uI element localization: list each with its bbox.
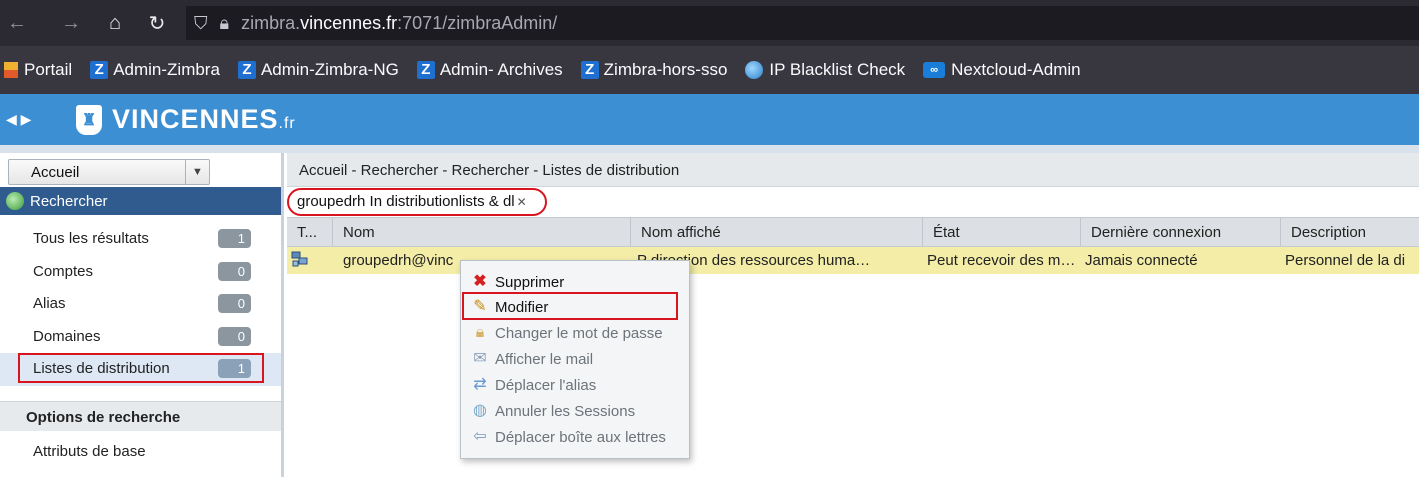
column-nom[interactable]: Nom [333,218,631,246]
bookmark-ip-blacklist[interactable]: IP Blacklist Check [745,60,905,80]
shield-icon[interactable]: ⛉ [194,13,208,34]
bookmark-admin-zimbra-ng[interactable]: Z Admin-Zimbra-NG [237,60,399,80]
address-bar[interactable]: ⛉ 🔒︎ zimbra. vincennes.fr:7071/zimbraAdmi… [186,6,1419,40]
url-domain: vincennes.fr [300,12,398,33]
mail-icon: ✉ [473,350,487,367]
menu-item-changer-mot-de-passe[interactable]: 🔒︎ Changer le mot de passe [461,320,689,346]
distribution-list-icon [291,251,308,267]
count-badge: 0 [218,294,251,313]
table-row[interactable]: groupedrh@vinc P direction des ressource… [287,247,1419,274]
lock-icon: 🔒︎ [475,324,485,341]
move-mailbox-icon: ⇦ [473,428,487,445]
delete-icon: ✖ [473,273,487,290]
search-tab-row: groupedrh In distributionlists & dl ✕ [287,187,1419,217]
column-etat[interactable]: État [923,218,1081,246]
menu-item-annuler-sessions[interactable]: ◍ Annuler les Sessions [461,398,689,424]
bookmark-portail[interactable]: Portail [4,60,72,80]
results-table-header: T... Nom Nom affiché État Dernière conne… [287,217,1419,247]
zimbra-icon: Z [237,61,256,79]
sessions-icon: ◍ [473,402,487,419]
nextcloud-icon: ∞ [923,62,946,78]
url-suffix: :7071/zimbraAdmin/ [397,12,558,33]
zimbra-icon: Z [416,61,435,79]
highlight-box-modifier [462,292,678,320]
column-type[interactable]: T... [287,218,333,246]
lock-icon[interactable]: 🔒︎ [220,13,230,34]
chevron-down-icon[interactable]: ▼ [185,160,209,184]
bookmark-nextcloud-admin[interactable]: ∞ Nextcloud-Admin [923,60,1081,80]
result-comptes[interactable]: Comptes 0 [0,256,281,289]
zimbra-icon: Z [580,61,599,79]
result-domaines[interactable]: Domaines 0 [0,321,281,354]
result-alias[interactable]: Alias 0 [0,288,281,321]
count-badge: 0 [218,261,251,281]
cell-description: Personnel de la di [1285,252,1406,269]
bookmarks-bar: Portail Z Admin-Zimbra Z Admin-Zimbra-NG Z… [0,46,1419,94]
result-all[interactable]: Tous les résultats 1 [0,223,281,256]
cell-derniere-connexion: Jamais connecté [1085,252,1198,269]
zimbra-icon: Z [90,61,109,79]
option-basic-attributes[interactable]: Attributs de base [33,443,146,460]
main-panel: Accueil - Rechercher - Rechercher - List… [287,153,1419,477]
vincennes-crest-icon: ♜ [76,104,102,135]
nav-item-rechercher[interactable]: Rechercher [0,187,281,215]
url-prefix: zimbra. [241,12,301,33]
highlight-box-listes [18,353,264,383]
reload-icon[interactable]: ↻ [140,11,174,36]
toggle-panel-icon[interactable]: ◀ ▶ [6,111,46,128]
menu-item-afficher-mail[interactable]: ✉ Afficher le mail [461,346,689,372]
navigation-dropdown[interactable]: Accueil ▼ [8,159,210,185]
column-derniere-connexion[interactable]: Dernière connexion [1081,218,1281,246]
home-icon[interactable]: ⌂ [98,12,132,35]
context-menu: ✖ Supprimer ✎ Modifier 🔒︎ Changer le mot de… [460,260,690,459]
menu-item-deplacer-alias[interactable]: ⇄ Déplacer l'alias [461,372,689,398]
count-badge: 0 [218,326,251,346]
column-description[interactable]: Description [1281,218,1419,246]
cell-etat: Peut recevoir des m… [927,252,1076,269]
back-icon[interactable]: ← [0,12,34,35]
header-separator [0,145,1419,153]
forward-icon[interactable]: → [54,12,88,35]
globe-icon [745,61,764,79]
bookmark-admin-archives[interactable]: Z Admin- Archives [416,60,563,80]
app-logo: VINCENNES.fr [112,104,296,134]
bookmark-zimbra-hors-sso[interactable]: Z Zimbra-hors-sso [580,60,727,80]
browser-toolbar: ← → ⌂ ↻ ⛉ 🔒︎ zimbra. vincennes.fr:7071/zi… [0,0,1419,46]
column-nom-affiche[interactable]: Nom affiché [631,218,923,246]
breadcrumb: Accueil - Rechercher - Rechercher - List… [287,153,1419,187]
menu-item-deplacer-boite[interactable]: ⇦ Déplacer boîte aux lettres [461,424,689,450]
search-globe-icon [6,192,24,210]
count-badge: 1 [218,229,251,248]
bookmark-admin-zimbra[interactable]: Z Admin-Zimbra [90,60,220,80]
app-header: ◀ ▶ ♜ VINCENNES.fr [0,94,1419,145]
left-panel: Accueil ▼ Rechercher Tous les résultats 1… [0,153,284,477]
highlight-box-search [287,188,547,216]
move-alias-icon: ⇄ [473,376,487,393]
portail-icon [4,62,18,78]
search-options-header: Options de recherche [0,401,281,431]
